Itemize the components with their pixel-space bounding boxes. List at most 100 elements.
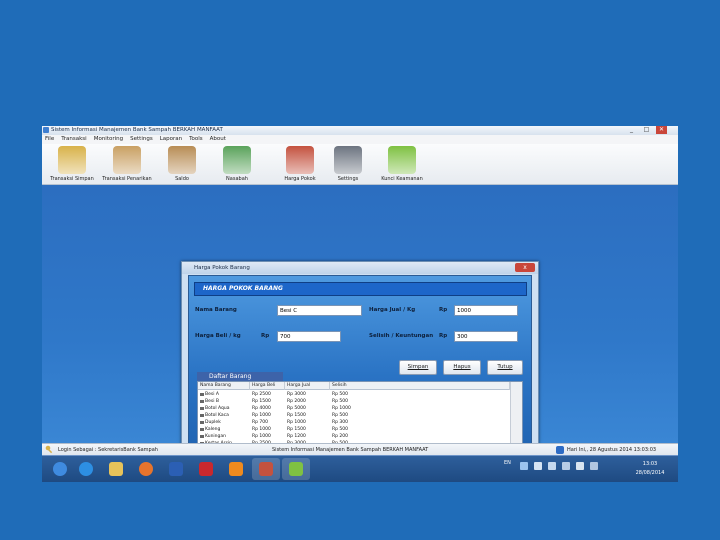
taskbar-clock[interactable]: 13:03 28/08/2014 [628,460,672,478]
column-header-beli[interactable]: Harga Beli [250,382,285,390]
harga-pokok-button[interactable]: Harga Pokok [274,146,326,184]
item-harga-jual: Rp 5000 [287,406,306,411]
calendar-icon [556,446,564,454]
daftar-barang-title: Daftar Barang [197,372,283,381]
taskbar-app-button[interactable] [282,458,310,480]
list-item[interactable]: Besi A Rp 2500 Rp 3000 Rp 500 [198,391,510,398]
item-selisih: Rp 200 [332,434,349,439]
list-item[interactable]: Kaleng Rp 1000 Rp 1500 Rp 500 [198,426,510,433]
menu-settings[interactable]: Settings [130,135,153,144]
settings-button[interactable]: Settings [322,146,374,184]
list-item[interactable]: Kuningan Rp 1000 Rp 1200 Rp 200 [198,433,510,440]
column-header-selisih[interactable]: Selisih [330,382,510,390]
dialog-body: HARGA POKOK BARANG Nama Barang Besi C Ha… [188,275,532,459]
maximize-button[interactable]: □ [641,126,652,134]
lock-icon [289,462,303,476]
saldo-button[interactable]: Saldo [156,146,208,184]
selisih-input[interactable]: 300 [454,331,518,342]
harga-jual-label: Harga Jual / Kg [369,307,416,313]
window-title: Sistem Informasi Manajemen Bank Sampah B… [51,127,223,133]
toolbar-label: Harga Pokok [284,176,316,182]
item-harga-beli: Rp 700 [252,420,269,425]
menu-transaksi[interactable]: Transaksi [61,135,86,144]
tutup-button[interactable]: Tutup [487,360,523,375]
item-name: Botol Kaca [205,413,229,418]
list-scrollbar[interactable] [510,382,522,446]
item-harga-jual: Rp 1000 [287,420,306,425]
list-item[interactable]: Botol Aqua Rp 4000 Rp 5000 Rp 1000 [198,405,510,412]
firefox-icon [139,462,153,476]
taskbar-app-button[interactable] [252,458,280,480]
menu-bar: File Transaksi Monitoring Settings Lapor… [42,135,678,144]
selisih-currency: Rp [439,333,448,339]
item-name: Kaleng [205,427,221,432]
list-item[interactable]: Besi B Rp 1500 Rp 2000 Rp 500 [198,398,510,405]
taskbar-app-button[interactable] [72,458,100,480]
item-harga-jual: Rp 1500 [287,413,306,418]
taskbar-app-button[interactable] [192,458,220,480]
menu-file[interactable]: File [45,135,54,144]
key-icon [58,146,86,174]
item-icon [200,393,204,396]
column-header-nama[interactable]: Nama Barang [198,382,250,390]
item-icon [200,407,204,410]
item-selisih: Rp 500 [332,427,349,432]
address-book-icon [168,146,196,174]
list-header: Nama Barang Harga Beli Harga Jual Selisi… [198,382,510,390]
item-harga-beli: Rp 1000 [252,413,271,418]
nasabah-button[interactable]: Nasabah [211,146,263,184]
harga-jual-input[interactable]: 1000 [454,305,518,316]
menu-about[interactable]: About [210,135,226,144]
harga-pokok-dialog: Harga Pokok Barang x HARGA POKOK BARANG … [181,261,539,465]
nama-barang-input[interactable]: Besi C [277,305,362,316]
dialog-close-button[interactable]: x [515,263,535,272]
item-icon [200,428,204,431]
list-item[interactable]: Botol Kaca Rp 1000 Rp 1500 Rp 500 [198,412,510,419]
word-icon [169,462,183,476]
taskbar-app-button[interactable] [46,458,74,480]
harga-beli-input[interactable]: 700 [277,331,341,342]
flag-icon[interactable] [520,462,528,470]
item-icon [200,435,204,438]
close-button[interactable]: ✕ [656,126,667,134]
users-icon [223,146,251,174]
clock-date: 28/08/2014 [635,470,665,476]
toolbar-label: Saldo [175,176,189,182]
kunci-keamanan-button[interactable]: Kunci Keamanan [376,146,428,184]
antivirus-icon[interactable] [576,462,584,470]
simpan-button[interactable]: Simpan [399,360,437,375]
speaker-icon[interactable] [534,462,542,470]
item-name: Besi B [205,399,219,404]
taskbar: EN 13:03 28/08/2014 [42,455,678,482]
minimize-button[interactable]: _ [626,126,637,134]
transaksi-simpan-button[interactable]: Transaksi Simpan [46,146,98,184]
house-icon [286,146,314,174]
toolbar-label: Kunci Keamanan [381,176,423,182]
hapus-button[interactable]: Hapus [443,360,481,375]
item-name: Duplek [205,420,221,425]
taskbar-app-button[interactable] [222,458,250,480]
list-item[interactable]: Duplek Rp 700 Rp 1000 Rp 300 [198,419,510,426]
key-icon [45,445,54,454]
nama-barang-label: Nama Barang [195,307,237,313]
item-selisih: Rp 300 [332,420,349,425]
column-header-jual[interactable]: Harga Jual [285,382,330,390]
menu-tools[interactable]: Tools [189,135,203,144]
transaksi-penarikan-button[interactable]: Transaksi Penarikan [101,146,153,184]
battery-icon[interactable] [590,462,598,470]
network-icon[interactable] [548,462,556,470]
workspace: Harga Pokok Barang x HARGA POKOK BARANG … [42,185,678,465]
item-icon [200,421,204,424]
house-icon [259,462,273,476]
taskbar-app-button[interactable] [102,458,130,480]
item-harga-jual: Rp 1500 [287,427,306,432]
internet-explorer-icon [79,462,93,476]
taskbar-app-button[interactable] [162,458,190,480]
menu-monitoring[interactable]: Monitoring [94,135,123,144]
item-harga-beli: Rp 4000 [252,406,271,411]
daftar-barang-list[interactable]: Nama Barang Harga Beli Harga Jual Selisi… [197,381,523,447]
usb-icon[interactable] [562,462,570,470]
menu-laporan[interactable]: Laporan [160,135,182,144]
tray-language[interactable]: EN [504,460,511,466]
taskbar-app-button[interactable] [132,458,160,480]
